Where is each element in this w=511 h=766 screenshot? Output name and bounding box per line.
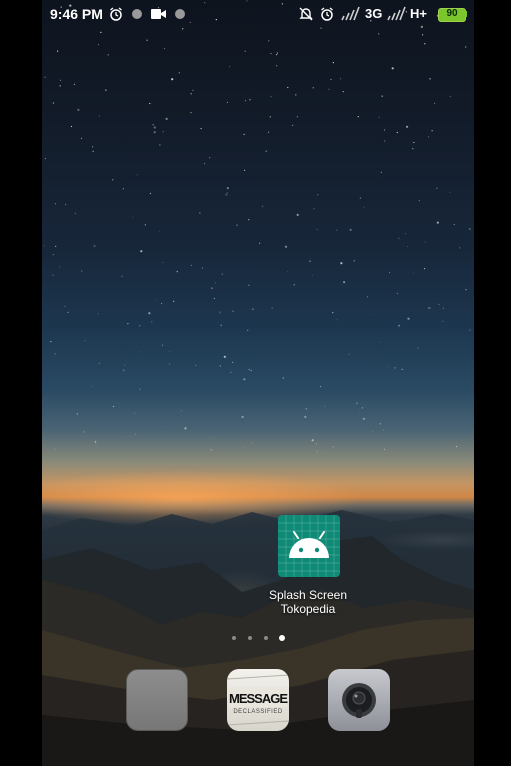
silent-mode-icon xyxy=(299,7,313,21)
page-dot[interactable] xyxy=(248,636,252,640)
alarm-icon xyxy=(110,7,122,21)
video-camera-icon xyxy=(151,9,166,19)
message-app-label: MESSAGE xyxy=(228,691,288,706)
status-time: 9:46 PM xyxy=(50,6,103,22)
notification-dot-icon xyxy=(175,9,185,19)
page-indicator xyxy=(228,632,292,644)
signal-icon xyxy=(341,6,360,21)
battery-tip xyxy=(465,11,467,17)
battery-level: 90 xyxy=(446,8,458,19)
battery-icon: 90 xyxy=(438,8,466,22)
status-bar: 9:46 PM 3G H+ 90 xyxy=(0,0,511,28)
android-robot-icon xyxy=(278,515,340,577)
app-label[interactable]: Splash Screen Tokopedia xyxy=(252,588,364,616)
signal-icon xyxy=(387,6,406,21)
camera-lens-icon xyxy=(342,683,376,718)
notification-dot-icon xyxy=(132,9,142,19)
message-app-sublabel: DECLASSIFIED xyxy=(233,709,283,715)
message-app-icon[interactable]: MESSAGE DECLASSIFIED xyxy=(227,669,289,731)
camera-app-icon[interactable] xyxy=(328,669,390,731)
splash-screen-tokopedia-app-icon[interactable] xyxy=(278,515,340,577)
gray-folder-icon[interactable] xyxy=(126,669,188,731)
network-type-label: 3G xyxy=(365,6,383,21)
page-dot[interactable] xyxy=(264,636,268,640)
home-screen xyxy=(42,0,474,766)
page-dot[interactable] xyxy=(232,636,236,640)
alarm-icon xyxy=(321,7,333,21)
night-sky-wallpaper xyxy=(43,0,471,453)
network-type-label: H+ xyxy=(410,6,427,21)
page-dot-active[interactable] xyxy=(279,635,285,641)
